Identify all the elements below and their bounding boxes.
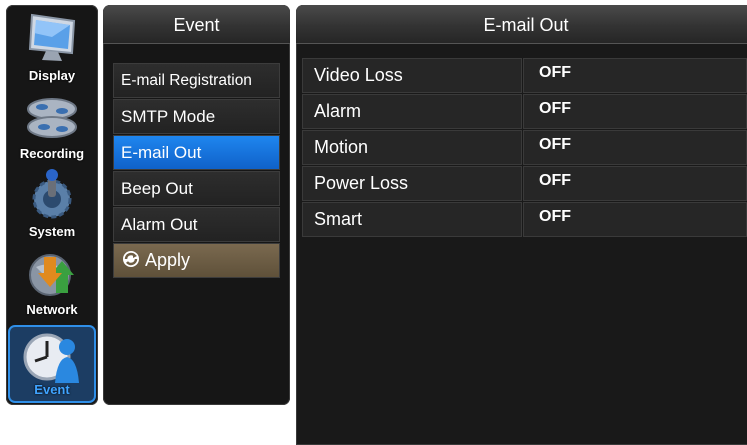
table-row: Motion OFF [302, 130, 747, 165]
sidebar-item-label: System [28, 224, 76, 239]
setting-name: Smart [302, 202, 522, 237]
sidebar-item-display[interactable]: Display [6, 7, 98, 85]
sidebar-item-label: Event [34, 382, 70, 397]
setting-value-dropdown[interactable]: OFF [523, 166, 747, 201]
menu-item-alarm-out[interactable]: Alarm Out [113, 207, 280, 242]
refresh-icon [123, 251, 139, 267]
menu-item-email-registration[interactable]: E-mail Registration [113, 63, 280, 98]
setting-name: Motion [302, 130, 522, 165]
apply-button[interactable]: Apply [113, 243, 280, 278]
sidebar-item-label: Display [28, 68, 76, 83]
setting-value-dropdown[interactable]: OFF [523, 94, 747, 129]
sidebar-item-network[interactable]: Network [6, 241, 98, 319]
globe-arrows-icon [29, 254, 74, 296]
setting-name: Alarm [302, 94, 522, 129]
table-row: Power Loss OFF [302, 166, 747, 201]
film-reels-icon [27, 98, 77, 138]
monitor-icon [28, 13, 76, 61]
menu-item-smtp-mode[interactable]: SMTP Mode [113, 99, 280, 134]
setting-value-dropdown[interactable]: OFF [523, 58, 747, 93]
setting-name: Power Loss [302, 166, 522, 201]
clock-person-icon [23, 333, 79, 383]
sidebar-item-event[interactable]: Event [8, 325, 96, 403]
table-row: Alarm OFF [302, 94, 747, 129]
sidebar-item-system[interactable]: System [6, 163, 98, 241]
settings-table: Video Loss OFF Alarm OFF Motion OFF Powe… [302, 58, 747, 238]
setting-name: Video Loss [302, 58, 522, 93]
setting-value-dropdown[interactable]: OFF [523, 202, 747, 237]
submenu-title: Event [103, 5, 290, 44]
sidebar-item-label: Recording [19, 146, 85, 161]
apply-label: Apply [145, 250, 191, 270]
email-out-panel: E-mail Out Video Loss OFF Alarm OFF Moti… [296, 5, 747, 445]
menu-item-beep-out[interactable]: Beep Out [113, 171, 280, 206]
submenu-list: E-mail Registration SMTP Mode E-mail Out… [113, 63, 280, 279]
table-row: Smart OFF [302, 202, 747, 237]
sidebar-item-label: Network [26, 302, 78, 317]
panel-title: E-mail Out [296, 5, 747, 44]
setting-value-dropdown[interactable]: OFF [523, 130, 747, 165]
table-row: Video Loss OFF [302, 58, 747, 93]
gear-joystick-icon [32, 169, 72, 219]
event-submenu-panel: Event E-mail Registration SMTP Mode E-ma… [103, 5, 290, 405]
main-category-sidebar: Display Recording System Network Event [6, 5, 98, 405]
menu-item-email-out[interactable]: E-mail Out [113, 135, 280, 170]
sidebar-item-recording[interactable]: Recording [6, 85, 98, 163]
